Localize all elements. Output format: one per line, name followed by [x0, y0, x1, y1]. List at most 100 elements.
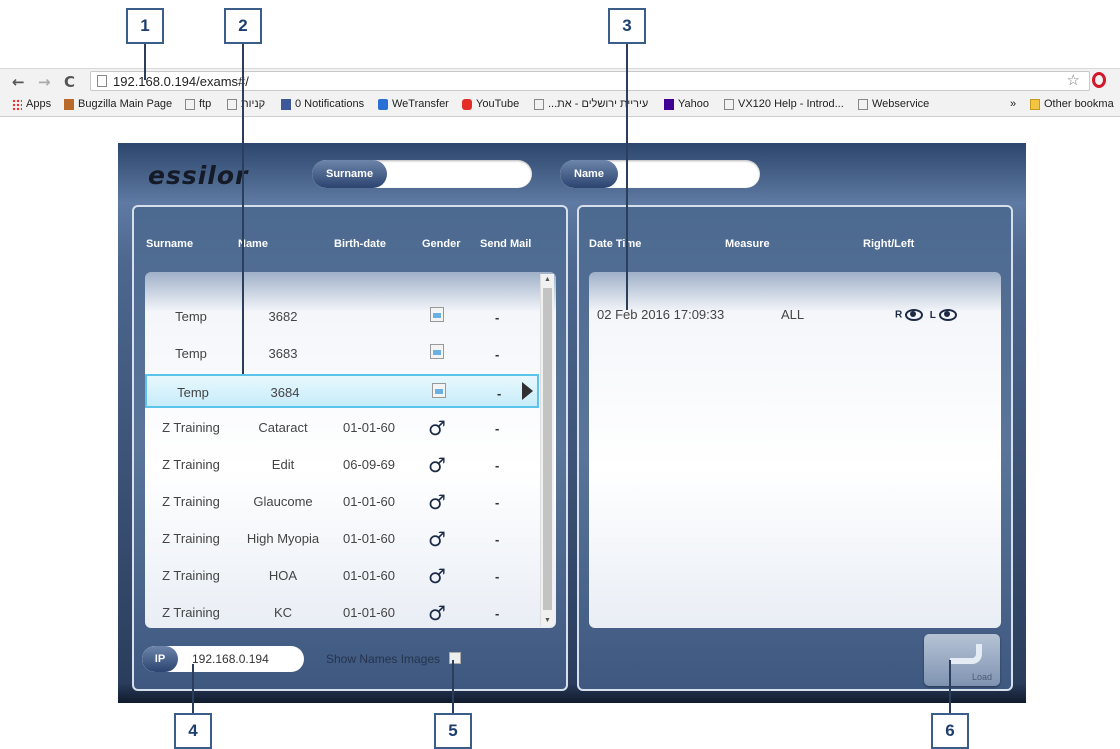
male-icon: ♂ — [428, 564, 446, 588]
callout-3-line — [626, 44, 628, 310]
patients-panel: Surname Name Birth-date Gender Send Mail… — [132, 205, 568, 691]
bookmark-apps[interactable]: Apps — [12, 98, 51, 110]
cell-surname: Z Training — [162, 568, 220, 583]
page-icon — [97, 75, 107, 87]
callout-5: 5 — [434, 713, 472, 749]
male-icon: ♂ — [428, 416, 446, 440]
yahoo-icon — [664, 98, 674, 110]
exam-measure: ALL — [781, 307, 805, 322]
cell-surname: Z Training — [162, 420, 220, 435]
ip-field[interactable]: IP 192.168.0.194 — [142, 646, 304, 672]
essilor-logo: essilor — [148, 161, 249, 190]
surname-search[interactable]: Surname — [312, 160, 532, 188]
callout-4: 4 — [174, 713, 212, 749]
opera-icon[interactable] — [1092, 72, 1106, 88]
cell-send-mail: - — [495, 310, 500, 325]
bookmark-other[interactable]: Other bookma — [1030, 98, 1114, 110]
cell-name: 3684 — [270, 385, 300, 400]
address-bar[interactable]: 192.168.0.194/exams#/ — [90, 71, 1090, 91]
table-row-selected[interactable]: Temp 3684 - — [145, 374, 539, 408]
cell-send-mail: - — [497, 386, 502, 401]
table-row[interactable]: Z Training Edit 06-09-69 ♂ - — [145, 448, 539, 482]
male-icon: ♂ — [428, 601, 446, 625]
col-send-mail-header[interactable]: Send Mail — [480, 238, 531, 250]
bookmark-webservice[interactable]: Webservice — [858, 98, 929, 110]
wetransfer-icon — [378, 98, 388, 110]
col-datetime-header[interactable]: Date Time — [589, 238, 641, 250]
apps-icon — [12, 98, 22, 110]
table-row[interactable]: Z Training KC 01-01-60 ♂ - — [145, 596, 539, 628]
bookmark-youtube[interactable]: YouTube — [462, 98, 519, 110]
bookmark-ftp[interactable]: ftp — [185, 98, 211, 110]
selected-arrow-icon — [522, 382, 533, 400]
male-icon: ♂ — [428, 527, 446, 551]
cell-name: Cataract — [258, 420, 308, 435]
cell-birth: 01-01-60 — [342, 568, 396, 583]
name-search[interactable]: Name — [560, 160, 760, 188]
col-gender-header[interactable]: Gender — [422, 238, 461, 250]
show-names-label: Show Names Images — [326, 652, 441, 666]
bookmark-notifications[interactable]: 0 Notifications — [281, 98, 364, 110]
col-birth-header[interactable]: Birth-date — [334, 238, 386, 250]
bookmark-star-icon[interactable]: ☆ — [1067, 71, 1080, 89]
cell-name: 3683 — [268, 346, 298, 361]
cell-name: Glaucome — [253, 494, 313, 509]
callout-1: 1 — [126, 8, 164, 44]
cell-send-mail: - — [495, 606, 500, 621]
cell-send-mail: - — [495, 458, 500, 473]
essilor-app: essilor Surname Name Surname Name Birth-… — [118, 143, 1026, 703]
col-measure-header[interactable]: Measure — [725, 238, 770, 250]
bookmark-bugzilla[interactable]: Bugzilla Main Page — [64, 98, 172, 110]
scroll-up-icon[interactable]: ▲ — [544, 276, 551, 283]
exams-panel: Date Time Measure Right/Left 02 Feb 2016… — [577, 205, 1013, 691]
scroll-thumb[interactable] — [543, 288, 552, 610]
patients-scrollbar[interactable]: ▲ ▼ — [540, 274, 554, 626]
left-eye-icon — [938, 309, 957, 321]
cell-surname: Temp — [175, 309, 207, 324]
bookmark-jerusalem[interactable]: ...עיריית ירושלים - את — [534, 98, 648, 110]
bookmarks-bar: Apps Bugzilla Main Page ftp קניות 0 Noti… — [0, 94, 1120, 117]
cell-birth: 01-01-60 — [342, 420, 396, 435]
broken-image-icon — [430, 307, 444, 322]
right-eye-icon — [905, 309, 924, 321]
scroll-down-icon[interactable]: ▼ — [544, 617, 551, 624]
table-row[interactable]: Temp 3682 - — [145, 300, 539, 334]
page-icon — [724, 98, 734, 110]
exam-row[interactable]: 02 Feb 2016 17:09:33 ALL R L — [589, 298, 1001, 332]
cell-surname: Temp — [177, 385, 209, 400]
callout-6: 6 — [931, 713, 969, 749]
cell-name: High Myopia — [246, 531, 320, 546]
page-icon — [534, 98, 544, 110]
forward-button[interactable]: → — [38, 73, 51, 91]
reload-button[interactable]: C — [64, 73, 75, 91]
table-row[interactable]: Z Training HOA 01-01-60 ♂ - — [145, 559, 539, 593]
cell-name: Edit — [271, 457, 295, 472]
male-icon: ♂ — [428, 453, 446, 477]
cell-send-mail: - — [495, 421, 500, 436]
bookmark-shopping[interactable]: קניות — [227, 98, 265, 110]
cell-surname: Z Training — [162, 605, 220, 620]
facebook-icon — [281, 98, 291, 110]
col-surname-header[interactable]: Surname — [146, 238, 193, 250]
bookmark-wetransfer[interactable]: WeTransfer — [378, 98, 449, 110]
browser-toolbar: ← → C 192.168.0.194/exams#/ ☆ — [0, 68, 1120, 95]
page-icon — [227, 98, 237, 110]
col-rightleft-header[interactable]: Right/Left — [863, 238, 914, 250]
bookmark-yahoo[interactable]: Yahoo — [664, 98, 709, 110]
cell-send-mail: - — [495, 347, 500, 362]
bugzilla-icon — [64, 98, 74, 110]
bookmarks-overflow[interactable]: » — [1010, 98, 1016, 110]
show-names-checkbox[interactable] — [449, 652, 461, 664]
url-text: 192.168.0.194/exams#/ — [113, 74, 249, 89]
broken-image-icon — [432, 383, 446, 398]
table-row[interactable]: Temp 3683 - — [145, 337, 539, 371]
cell-name: HOA — [268, 568, 298, 583]
table-row[interactable]: Z Training High Myopia 01-01-60 ♂ - — [145, 522, 539, 556]
back-button[interactable]: ← — [12, 73, 25, 91]
callout-1-line — [144, 44, 146, 80]
table-row[interactable]: Z Training Cataract 01-01-60 ♂ - — [145, 411, 539, 445]
table-row[interactable]: Z Training Glaucome 01-01-60 ♂ - — [145, 485, 539, 519]
right-eye-label: R — [895, 309, 903, 321]
bookmark-vx120-help[interactable]: VX120 Help - Introd... — [724, 98, 844, 110]
load-button[interactable]: Load — [924, 634, 1000, 686]
